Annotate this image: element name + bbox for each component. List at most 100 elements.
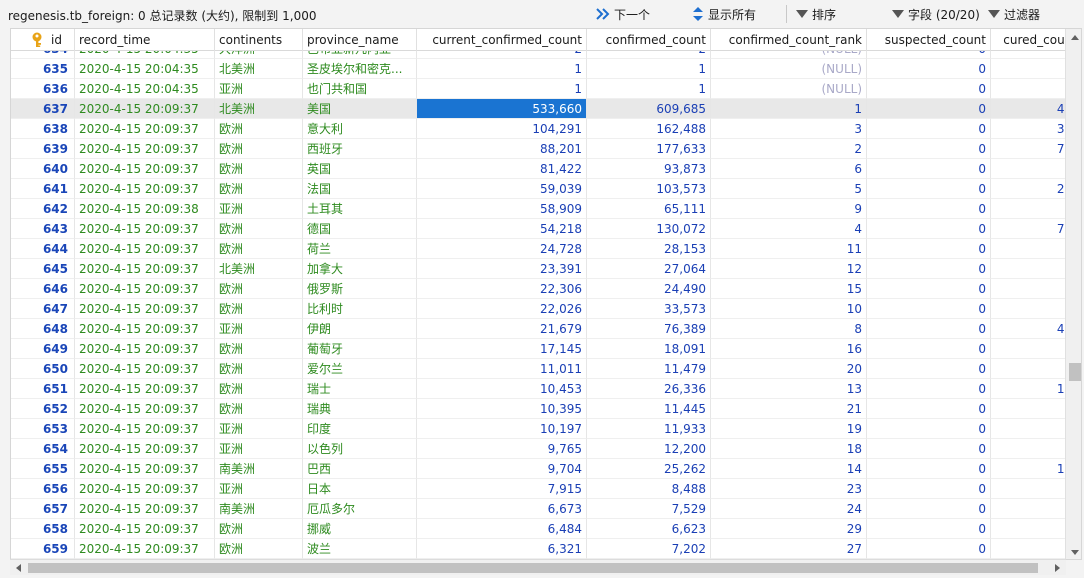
cell-confirmed-count[interactable]: 65,111 bbox=[587, 199, 711, 219]
cell-province-name[interactable]: 意大利 bbox=[303, 119, 417, 139]
cell-cured-count[interactable] bbox=[991, 51, 1065, 59]
cell-confirmed-count-rank[interactable]: 24 bbox=[711, 499, 867, 519]
cell-confirmed-count[interactable]: 11,445 bbox=[587, 399, 711, 419]
column-header-id[interactable]: id bbox=[11, 29, 75, 51]
cell-confirmed-count-rank[interactable]: 5 bbox=[711, 179, 867, 199]
horizontal-scrollbar[interactable] bbox=[10, 559, 1066, 575]
cell-continents[interactable]: 欧洲 bbox=[215, 339, 303, 359]
cell-suspected-count[interactable]: 0 bbox=[867, 219, 991, 239]
cell-confirmed-count[interactable]: 7,202 bbox=[587, 539, 711, 559]
next-button[interactable]: 下一个 bbox=[596, 5, 650, 23]
cell-confirmed-count-rank[interactable]: 18 bbox=[711, 439, 867, 459]
cell-province-name[interactable]: 葡萄牙 bbox=[303, 339, 417, 359]
cell-confirmed-count-rank[interactable]: 29 bbox=[711, 519, 867, 539]
cell-cured-count[interactable]: 14, bbox=[991, 379, 1065, 399]
cell-cured-count[interactable]: 4, bbox=[991, 199, 1065, 219]
table-row[interactable]: 646 2020-4-15 20:09:37 欧洲 俄罗斯 22,306 24,490 15… bbox=[11, 279, 1065, 299]
cell-confirmed-count[interactable]: 24,490 bbox=[587, 279, 711, 299]
cell-id[interactable]: 634 bbox=[11, 51, 75, 59]
cell-continents[interactable]: 北美洲 bbox=[215, 99, 303, 119]
cell-confirmed-count-rank[interactable]: 12 bbox=[711, 259, 867, 279]
cell-cured-count[interactable] bbox=[991, 539, 1065, 559]
cell-suspected-count[interactable]: 0 bbox=[867, 419, 991, 439]
cell-id[interactable]: 642 bbox=[11, 199, 75, 219]
cell-province-name[interactable]: 厄瓜多尔 bbox=[303, 499, 417, 519]
column-header-continents[interactable]: continents bbox=[215, 29, 303, 51]
cell-continents[interactable]: 亚洲 bbox=[215, 199, 303, 219]
cell-record-time[interactable]: 2020-4-15 20:09:37 bbox=[75, 159, 215, 179]
cell-record-time[interactable]: 2020-4-15 20:04:35 bbox=[75, 51, 215, 59]
column-header-confirmed-count-rank[interactable]: confirmed_count_rank bbox=[711, 29, 867, 51]
cell-cured-count[interactable]: 70, bbox=[991, 139, 1065, 159]
table-row[interactable]: 643 2020-4-15 20:09:37 欧洲 德国 54,218 130,072 4 0… bbox=[11, 219, 1065, 239]
cell-continents[interactable]: 亚洲 bbox=[215, 319, 303, 339]
cell-confirmed-count[interactable]: 27,064 bbox=[587, 259, 711, 279]
cell-continents[interactable]: 南美洲 bbox=[215, 499, 303, 519]
cell-suspected-count[interactable]: 0 bbox=[867, 439, 991, 459]
cell-continents[interactable]: 欧洲 bbox=[215, 379, 303, 399]
cell-confirmed-count[interactable]: 25,262 bbox=[587, 459, 711, 479]
cell-cured-count[interactable]: 49, bbox=[991, 319, 1065, 339]
cell-cured-count[interactable] bbox=[991, 479, 1065, 499]
column-header-confirmed-count[interactable]: confirmed_count bbox=[587, 29, 711, 51]
cell-current-confirmed-count[interactable]: 22,306 bbox=[417, 279, 587, 299]
cell-suspected-count[interactable]: 0 bbox=[867, 399, 991, 419]
cell-current-confirmed-count[interactable]: 10,197 bbox=[417, 419, 587, 439]
cell-suspected-count[interactable]: 0 bbox=[867, 79, 991, 99]
cell-current-confirmed-count[interactable]: 22,026 bbox=[417, 299, 587, 319]
cell-confirmed-count-rank[interactable]: 14 bbox=[711, 459, 867, 479]
cell-confirmed-count[interactable]: 93,873 bbox=[587, 159, 711, 179]
cell-record-time[interactable]: 2020-4-15 20:04:35 bbox=[75, 59, 215, 79]
column-header-current-confirmed-count[interactable]: current_confirmed_count bbox=[417, 29, 587, 51]
cell-record-time[interactable]: 2020-4-15 20:09:37 bbox=[75, 399, 215, 419]
table-row[interactable]: 658 2020-4-15 20:09:37 欧洲 挪威 6,484 6,623 29 0 bbox=[11, 519, 1065, 539]
cell-current-confirmed-count[interactable]: 54,218 bbox=[417, 219, 587, 239]
cell-id[interactable]: 652 bbox=[11, 399, 75, 419]
cell-suspected-count[interactable]: 0 bbox=[867, 99, 991, 119]
cell-suspected-count[interactable]: 0 bbox=[867, 259, 991, 279]
cell-confirmed-count-rank[interactable]: 20 bbox=[711, 359, 867, 379]
cell-id[interactable]: 646 bbox=[11, 279, 75, 299]
cell-continents[interactable]: 欧洲 bbox=[215, 139, 303, 159]
cell-id[interactable]: 659 bbox=[11, 539, 75, 559]
cell-current-confirmed-count[interactable]: 10,453 bbox=[417, 379, 587, 399]
table-row[interactable]: 637 2020-4-15 20:09:37 北美洲 美国 533,660 609,685… bbox=[11, 99, 1065, 119]
cell-suspected-count[interactable]: 0 bbox=[867, 119, 991, 139]
cell-confirmed-count[interactable]: 2 bbox=[587, 51, 711, 59]
cell-province-name[interactable]: 印度 bbox=[303, 419, 417, 439]
cell-suspected-count[interactable]: 0 bbox=[867, 519, 991, 539]
column-header-province-name[interactable]: province_name bbox=[303, 29, 417, 51]
cell-record-time[interactable]: 2020-4-15 20:09:37 bbox=[75, 279, 215, 299]
table-row[interactable]: 644 2020-4-15 20:09:37 欧洲 荷兰 24,728 28,153 11 0 bbox=[11, 239, 1065, 259]
cell-province-name[interactable]: 也门共和国 bbox=[303, 79, 417, 99]
cell-current-confirmed-count[interactable]: 81,422 bbox=[417, 159, 587, 179]
cell-cured-count[interactable] bbox=[991, 79, 1065, 99]
cell-cured-count[interactable] bbox=[991, 159, 1065, 179]
cell-confirmed-count[interactable]: 609,685 bbox=[587, 99, 711, 119]
cell-continents[interactable]: 亚洲 bbox=[215, 79, 303, 99]
sort-button[interactable]: 排序 bbox=[796, 5, 836, 23]
cell-suspected-count[interactable]: 0 bbox=[867, 199, 991, 219]
cell-province-name[interactable]: 美国 bbox=[303, 99, 417, 119]
cell-record-time[interactable]: 2020-4-15 20:09:37 bbox=[75, 139, 215, 159]
cell-record-time[interactable]: 2020-4-15 20:09:37 bbox=[75, 339, 215, 359]
cell-continents[interactable]: 欧洲 bbox=[215, 519, 303, 539]
cell-record-time[interactable]: 2020-4-15 20:09:37 bbox=[75, 499, 215, 519]
cell-continents[interactable]: 欧洲 bbox=[215, 219, 303, 239]
cell-confirmed-count-rank[interactable]: 10 bbox=[711, 299, 867, 319]
cell-cured-count[interactable] bbox=[991, 399, 1065, 419]
filter-button[interactable]: 过滤器 bbox=[988, 5, 1040, 23]
cell-current-confirmed-count[interactable]: 88,201 bbox=[417, 139, 587, 159]
cell-confirmed-count-rank[interactable]: 27 bbox=[711, 539, 867, 559]
cell-cured-count[interactable]: 72, bbox=[991, 219, 1065, 239]
table-row[interactable]: 650 2020-4-15 20:09:37 欧洲 爱尔兰 11,011 11,479 20… bbox=[11, 359, 1065, 379]
cell-id[interactable]: 651 bbox=[11, 379, 75, 399]
cell-id[interactable]: 641 bbox=[11, 179, 75, 199]
cell-current-confirmed-count[interactable]: 6,673 bbox=[417, 499, 587, 519]
cell-continents[interactable]: 欧洲 bbox=[215, 119, 303, 139]
cell-continents[interactable]: 欧洲 bbox=[215, 299, 303, 319]
cell-current-confirmed-count[interactable]: 2 bbox=[417, 51, 587, 59]
cell-continents[interactable]: 欧洲 bbox=[215, 359, 303, 379]
cell-record-time[interactable]: 2020-4-15 20:09:37 bbox=[75, 459, 215, 479]
cell-id[interactable]: 635 bbox=[11, 59, 75, 79]
